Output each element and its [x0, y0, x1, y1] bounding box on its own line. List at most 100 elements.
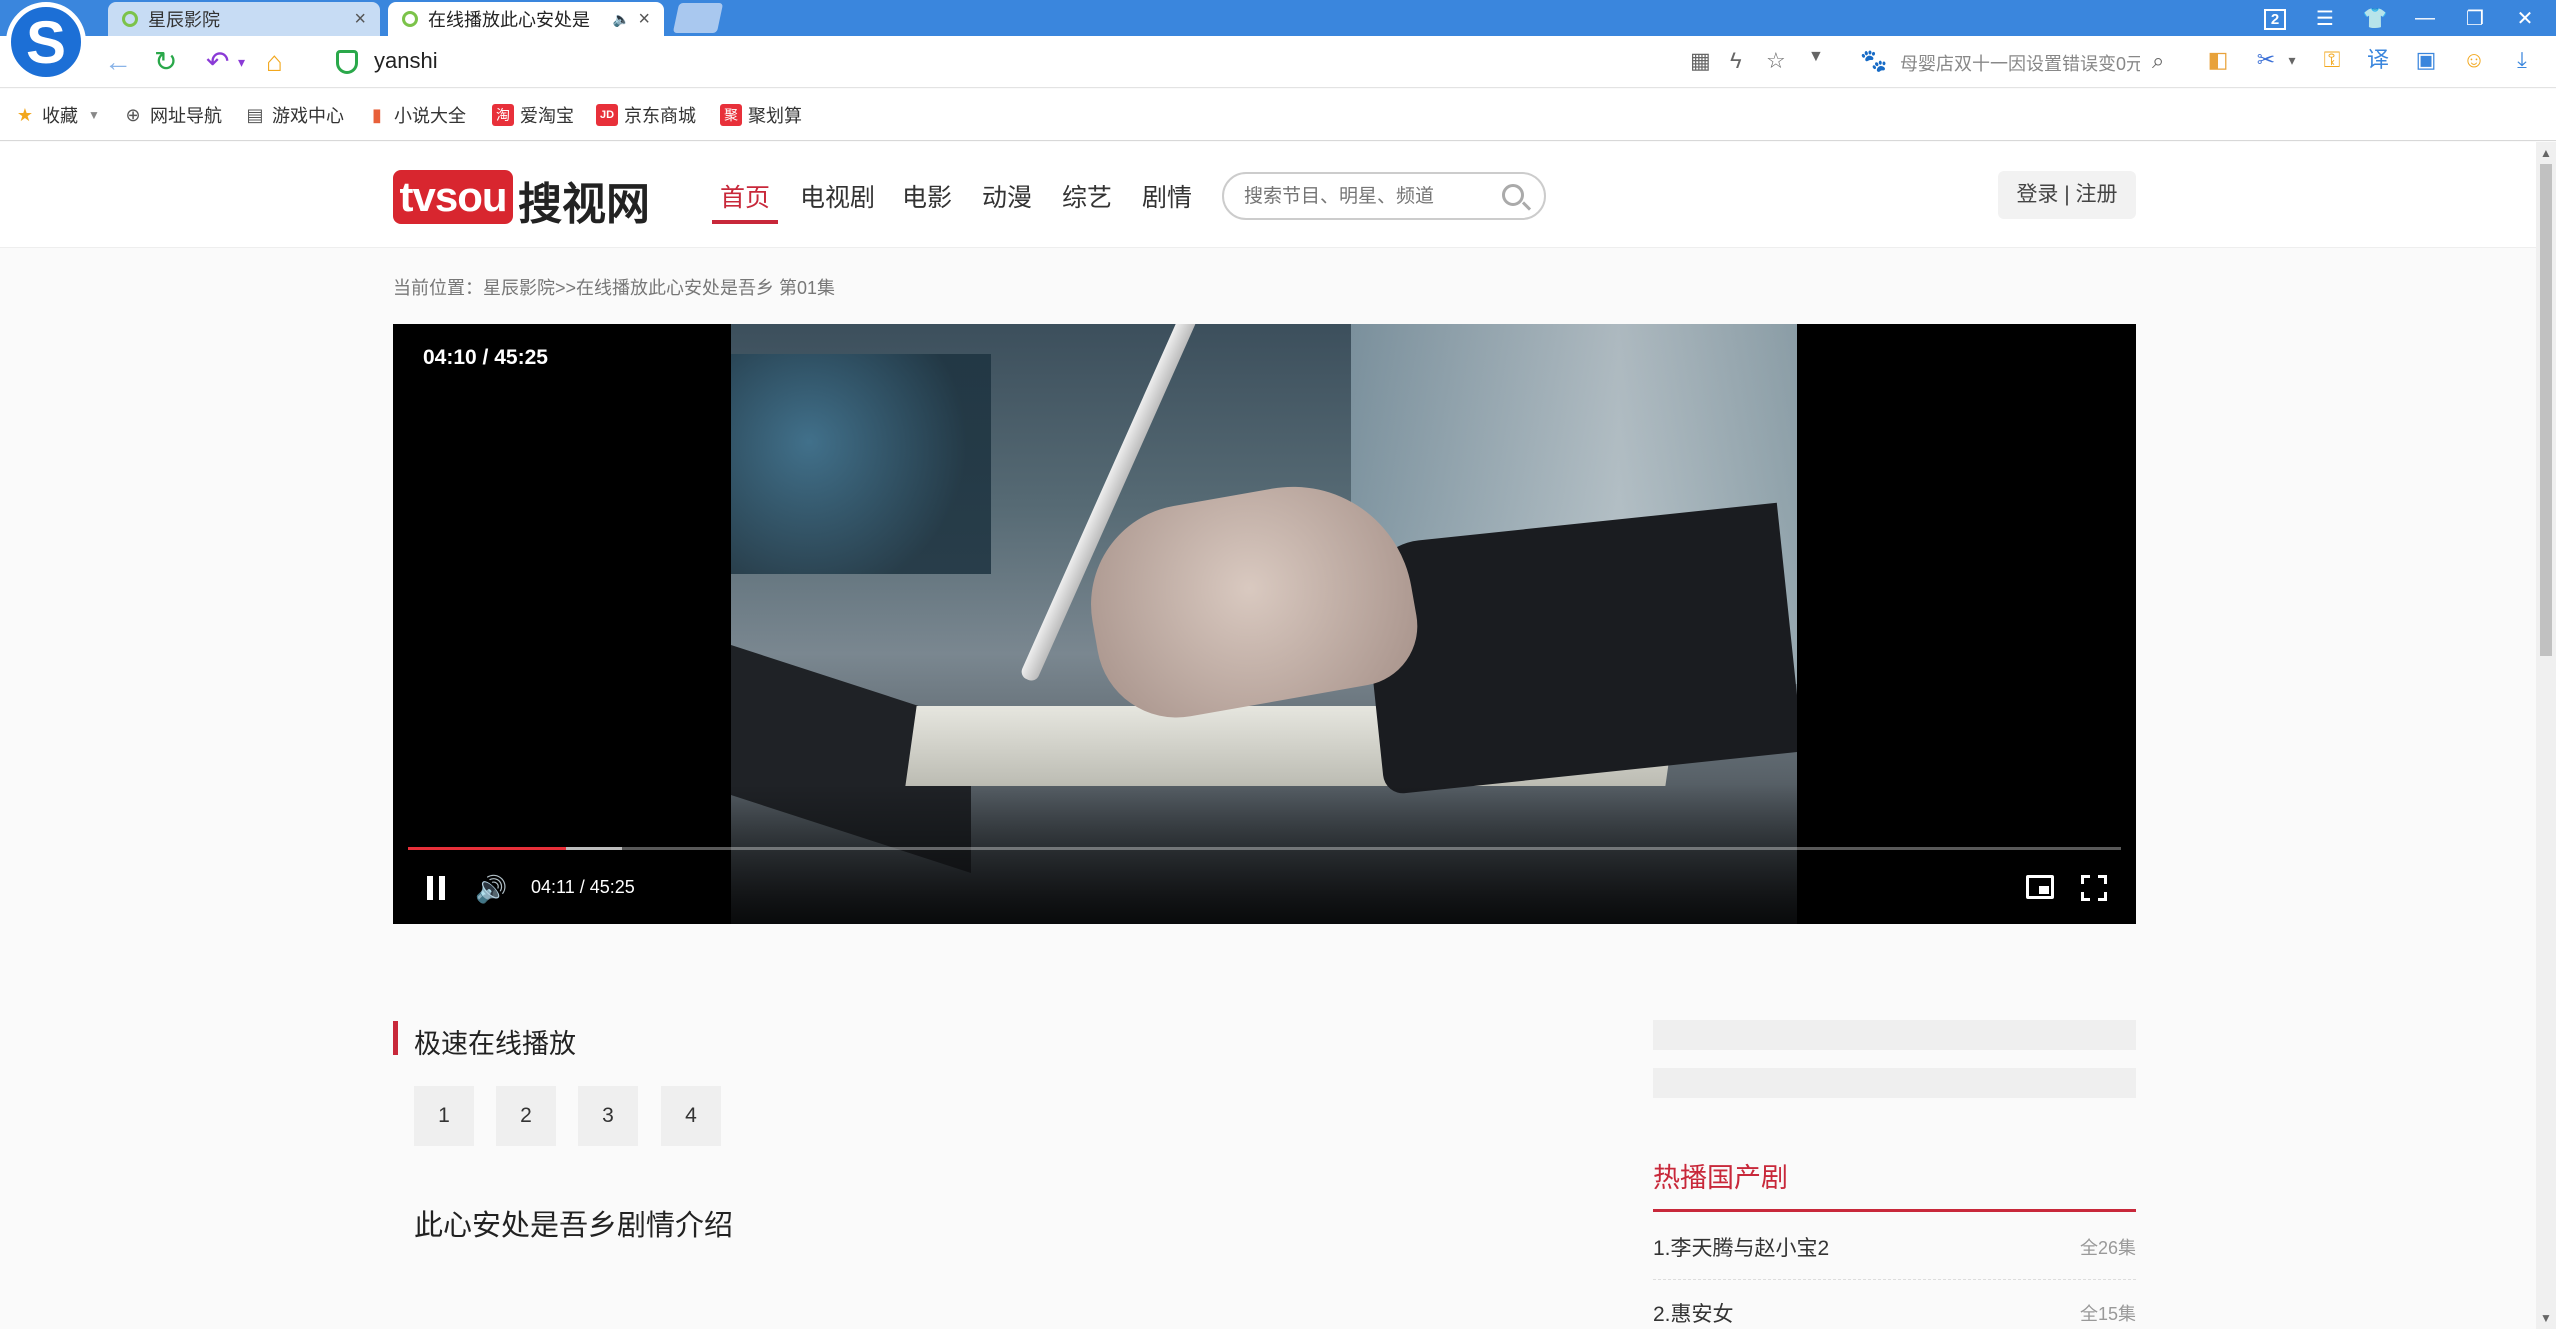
tab-audio-icon[interactable]: 🔈 [613, 11, 630, 28]
episode-button-4[interactable]: 4 [661, 1086, 721, 1146]
progress-bar[interactable] [408, 847, 2121, 850]
bookmark-novels[interactable]: ▮ 小说大全 [366, 102, 466, 128]
tab-title: 在线播放此心安处是 [428, 10, 590, 30]
reader-icon[interactable]: ◧ [2204, 46, 2232, 74]
breadcrumb-prefix: 当前位置： [393, 278, 483, 298]
chevron-down-icon[interactable]: ▾ [238, 46, 245, 78]
undo-close-icon[interactable]: ↶ [206, 46, 229, 78]
browser-logo-icon[interactable]: S [6, 2, 86, 82]
play-source-title: 极速在线播放 [414, 1029, 576, 1059]
site-search-box [1222, 172, 1546, 220]
episode-button-3[interactable]: 3 [578, 1086, 638, 1146]
nav-tv-series[interactable]: 电视剧 [800, 178, 875, 214]
bookmarks-bar: ★ 收藏 ▼ ⊕ 网址导航 ▤ 游戏中心 ▮ 小说大全 淘爱淘宝 JD 京东商城 聚聚划算 [0, 89, 2556, 141]
tab-title: 星辰影院 [148, 10, 220, 30]
sidebar-placeholder [1653, 1020, 2136, 1050]
tab-xingchen[interactable]: 星辰影院 × [108, 2, 380, 36]
skin-icon[interactable]: 👕 [2350, 6, 2400, 31]
tab-loading-icon [402, 11, 418, 27]
list-item[interactable]: 1.李天腾与赵小宝2 全26集 [1653, 1214, 2136, 1280]
hot-item-name[interactable]: 1.李天腾与赵小宝2 [1653, 1232, 1829, 1262]
hot-dramas-title: 热播国产剧 [1653, 1163, 1788, 1193]
emoji-icon[interactable]: ☺ [2460, 46, 2488, 74]
breadcrumb-current: 在线播放此心安处是吾乡 第01集 [576, 278, 836, 298]
back-icon[interactable]: ← [104, 46, 132, 78]
download-icon[interactable]: ⤓ [2508, 46, 2536, 74]
close-window-icon[interactable]: ✕ [2500, 6, 2550, 31]
scroll-up-icon[interactable]: ▲ [2540, 146, 2552, 160]
nav-movies[interactable]: 电影 [902, 178, 952, 214]
login-register-button[interactable]: 登录 | 注册 [1998, 171, 2136, 219]
episode-button-1[interactable]: 1 [414, 1086, 474, 1146]
speed-mode-icon[interactable]: ϟ [1730, 48, 1742, 74]
bookmark-favorites[interactable]: ★ 收藏 ▼ [14, 102, 100, 128]
sidebar-placeholder [1653, 1068, 2136, 1098]
favorite-star-icon[interactable]: ☆ [1766, 48, 1786, 74]
bookmark-nav[interactable]: ⊕ 网址导航 [122, 102, 222, 128]
hot-item-count: 全15集 [2079, 1304, 2136, 1324]
address-bar: ← ↻ ↶ ▾ ⌂ yanshi ▦ ϟ ☆ ▼ 🐾 母婴店双十一因设置错误变0… [0, 36, 2556, 88]
search-icon[interactable] [1502, 184, 1524, 206]
nav-variety[interactable]: 综艺 [1062, 178, 1112, 214]
nav-anime[interactable]: 动漫 [982, 178, 1032, 214]
tab-close-icon[interactable]: × [638, 8, 650, 31]
site-search-input[interactable] [1244, 184, 1494, 210]
tab-player-active[interactable]: 在线播放此心安处是 🔈 × [388, 2, 664, 36]
page-scrollbar[interactable]: ▲ ▼ [2536, 142, 2556, 1329]
screenshot-scissors-icon[interactable]: ✂ [2252, 46, 2280, 74]
chevron-down-icon[interactable]: ▼ [88, 108, 100, 122]
new-tab-button[interactable] [672, 3, 724, 33]
nav-plot[interactable]: 剧情 [1142, 178, 1192, 214]
list-item[interactable]: 2.惠安女 全15集 [1653, 1280, 2136, 1329]
book-icon: ▮ [372, 105, 382, 125]
pause-icon[interactable] [425, 876, 447, 900]
refresh-icon[interactable]: ↻ [154, 46, 177, 78]
bookmark-juhuasuan[interactable]: 聚聚划算 [720, 102, 802, 128]
video-player[interactable]: 04:10 / 45:25 🔊 04:11 / 45:25 [393, 324, 2136, 924]
window-tool-icon[interactable]: ▣ [2412, 46, 2440, 74]
menu-icon[interactable]: ☰ [2300, 6, 2350, 31]
chevron-down-icon[interactable]: ▼ [1808, 48, 1824, 66]
security-shield-icon[interactable] [336, 50, 358, 74]
hot-item-count: 全26集 [2079, 1238, 2136, 1258]
qr-code-icon[interactable]: ▦ [1690, 48, 1711, 74]
home-icon[interactable]: ⌂ [266, 46, 283, 78]
volume-icon[interactable]: 🔊 [475, 874, 507, 905]
bookmark-aitaobao[interactable]: 淘爱淘宝 [492, 102, 574, 128]
url-input[interactable]: yanshi [374, 48, 438, 74]
progress-played [408, 847, 566, 850]
star-icon: ★ [16, 105, 34, 125]
site-logo-text[interactable]: 搜视网 [518, 168, 650, 232]
episode-button-2[interactable]: 2 [496, 1086, 556, 1146]
breadcrumb: 当前位置：星辰影院>>在线播放此心安处是吾乡 第01集 [393, 274, 835, 300]
scrollbar-thumb[interactable] [2540, 164, 2552, 656]
restore-icon[interactable]: ❐ [2450, 6, 2500, 31]
page-viewport: tvsou 搜视网 首页 电视剧 电影 动漫 综艺 剧情 登录 | 注册 当前位… [0, 142, 2536, 1329]
fullscreen-icon[interactable] [2081, 875, 2107, 901]
tab-close-icon[interactable]: × [354, 8, 366, 31]
frame-sleeve [1359, 502, 1797, 796]
breadcrumb-site-link[interactable]: 星辰影院 [483, 278, 555, 298]
chevron-down-icon[interactable]: ▾ [2278, 46, 2306, 74]
picture-in-picture-icon[interactable] [2026, 875, 2054, 899]
search-icon[interactable]: ⌕ [2152, 48, 2164, 74]
nav-home[interactable]: 首页 [720, 178, 770, 214]
window-count-icon[interactable]: 2 [2250, 7, 2300, 30]
control-time: 04:11 / 45:25 [531, 877, 635, 897]
browser-tab-bar: S 星辰影院 × 在线播放此心安处是 🔈 × 2 ☰ 👕 — ❐ ✕ [0, 0, 2556, 82]
key-icon[interactable]: ⚿ [2318, 46, 2346, 74]
plot-intro-title: 此心安处是吾乡剧情介绍 [414, 1210, 734, 1242]
bookmark-jd[interactable]: JD 京东商城 [596, 102, 696, 128]
taobao-icon: 淘 [492, 104, 514, 126]
section-accent-bar [393, 1021, 398, 1055]
bookmark-games[interactable]: ▤ 游戏中心 [244, 102, 344, 128]
scroll-down-icon[interactable]: ▼ [2540, 1311, 2552, 1325]
tab-loading-icon [122, 11, 138, 27]
translate-icon[interactable]: 译 [2364, 46, 2392, 74]
minimize-icon[interactable]: — [2400, 7, 2450, 30]
frame-monitor [731, 354, 991, 574]
search-suggestion[interactable]: 母婴店双十一因设置错误变0元 [1900, 50, 2140, 76]
hot-item-name[interactable]: 2.惠安女 [1653, 1298, 1734, 1328]
hot-dramas-divider [1653, 1209, 2136, 1212]
site-logo-mark[interactable]: tvsou [393, 170, 513, 224]
